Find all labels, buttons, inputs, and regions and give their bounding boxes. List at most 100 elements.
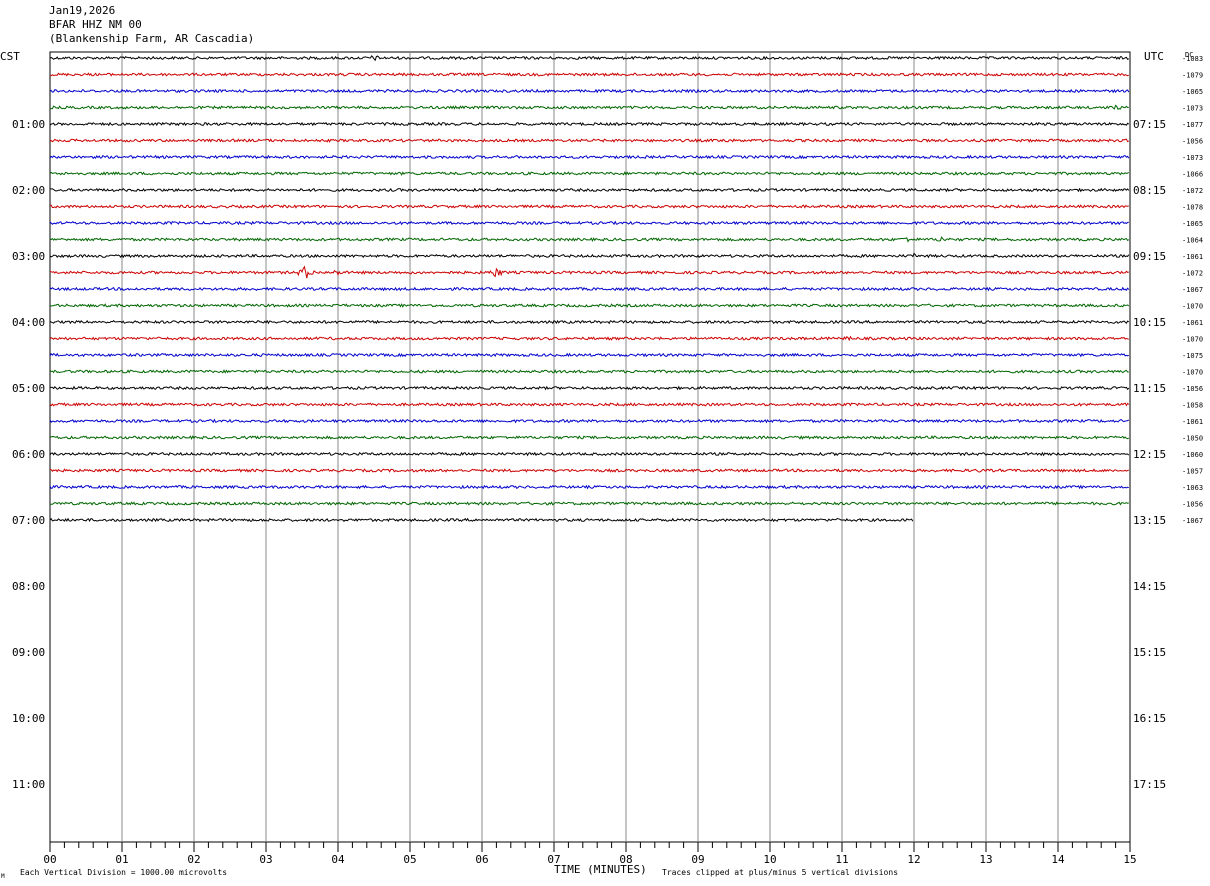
dc-offset-label: -1073 <box>1182 105 1203 113</box>
left-hour-label: 11:00 <box>12 778 45 791</box>
seismic-trace <box>49 402 1130 407</box>
seismic-trace <box>49 451 1130 457</box>
right-hour-label: 17:15 <box>1133 778 1166 791</box>
seismic-trace <box>49 121 1130 127</box>
dc-offset-label: -1067 <box>1182 517 1203 525</box>
dc-offset-labels: -1083 -1079 -1065 -1073 -1077 -1056 -1073 -1066… <box>1182 55 1203 525</box>
dc-offset-label: -1058 <box>1182 402 1203 410</box>
dc-offset-label: -1056 <box>1182 385 1203 393</box>
left-timezone-label: CST <box>0 50 20 63</box>
seismic-trace <box>49 220 1129 226</box>
dc-offset-label: -1067 <box>1182 286 1203 294</box>
seismic-trace <box>49 286 1130 292</box>
x-tick-label: 04 <box>331 853 345 866</box>
seismic-trace <box>49 204 1129 209</box>
dc-offset-label: -1050 <box>1182 435 1203 443</box>
seismic-trace <box>49 88 1130 94</box>
dc-offset-label: -1070 <box>1182 336 1203 344</box>
dc-offset-label: -1057 <box>1182 468 1203 476</box>
x-tick-label: 03 <box>259 853 272 866</box>
right-hour-label: 14:15 <box>1133 580 1166 593</box>
dc-offset-label: -1070 <box>1182 369 1203 377</box>
dc-offset-label: -1061 <box>1182 418 1203 426</box>
dc-offset-label: -1063 <box>1182 484 1203 492</box>
dc-offset-label: -1077 <box>1182 121 1203 129</box>
corner-mark: M <box>1 873 5 880</box>
seismic-trace <box>49 501 1129 506</box>
dc-offset-label: -1072 <box>1182 270 1203 278</box>
clip-note: Traces clipped at plus/minus 5 vertical … <box>662 868 898 877</box>
left-hour-label: 02:00 <box>12 184 45 197</box>
right-hour-label: 09:15 <box>1133 250 1166 263</box>
seismic-trace <box>49 265 1129 279</box>
dc-offset-label: -1070 <box>1182 303 1203 311</box>
left-hour-label: 06:00 <box>12 448 45 461</box>
left-hour-label: 09:00 <box>12 646 45 659</box>
seismic-trace <box>49 517 914 523</box>
seismic-trace <box>49 418 1130 424</box>
x-tick-label: 12 <box>907 853 920 866</box>
seismic-trace <box>49 154 1130 160</box>
right-hour-label: 16:15 <box>1133 712 1166 725</box>
x-tick-label: 01 <box>115 853 128 866</box>
seismic-trace <box>50 72 1129 77</box>
minute-gridlines <box>49 51 1131 843</box>
right-hour-label: 13:15 <box>1133 514 1166 527</box>
dc-offset-label: -1078 <box>1182 204 1203 212</box>
seismic-trace <box>49 303 1130 308</box>
dc-offset-label: -1083 <box>1182 55 1203 63</box>
x-tick-label: 13 <box>979 853 992 866</box>
x-tick-label: 05 <box>403 853 416 866</box>
x-tick-label: 11 <box>835 853 848 866</box>
x-tick-label: 14 <box>1051 853 1065 866</box>
seismic-trace <box>49 352 1129 358</box>
seismic-trace <box>49 385 1130 391</box>
dc-offset-label: -1064 <box>1182 237 1203 245</box>
left-hour-label: 10:00 <box>12 712 45 725</box>
x-tick-label: 06 <box>475 853 488 866</box>
x-tick-label: 09 <box>691 853 704 866</box>
seismic-trace <box>49 435 1130 440</box>
seismic-trace <box>49 171 1130 176</box>
seismic-trace <box>49 138 1130 143</box>
dc-offset-label: -1065 <box>1182 220 1203 228</box>
x-tick-label: 10 <box>763 853 776 866</box>
plot-frame <box>49 51 1131 843</box>
right-timezone-label: UTC <box>1144 50 1164 63</box>
dc-offset-label: -1072 <box>1182 187 1203 195</box>
right-hour-label: 11:15 <box>1133 382 1166 395</box>
x-tick-label: 15 <box>1123 853 1136 866</box>
x-tick-label: 00 <box>43 853 56 866</box>
right-hour-label: 12:15 <box>1133 448 1166 461</box>
right-hour-label: 08:15 <box>1133 184 1166 197</box>
left-hour-label: 03:00 <box>12 250 45 263</box>
x-axis-label: TIME (MINUTES) <box>554 863 647 876</box>
seismic-trace <box>49 319 1130 325</box>
x-tick-label: 02 <box>187 853 200 866</box>
seismic-trace <box>49 236 1130 243</box>
seismic-traces <box>49 55 1130 523</box>
dc-offset-label: -1060 <box>1182 451 1203 459</box>
dc-offset-label: -1079 <box>1182 72 1203 80</box>
dc-offset-label: -1056 <box>1182 501 1203 509</box>
left-hour-label: 05:00 <box>12 382 45 395</box>
left-hour-label: 04:00 <box>12 316 45 329</box>
seismic-trace <box>49 187 1130 193</box>
seismic-trace <box>49 335 1129 342</box>
seismic-trace <box>49 55 1130 62</box>
right-hour-label: 15:15 <box>1133 646 1166 659</box>
right-hour-label: 10:15 <box>1133 316 1166 329</box>
dc-offset-label: -1073 <box>1182 154 1203 162</box>
left-hour-label: 01:00 <box>12 118 45 131</box>
vertical-scale-note: Each Vertical Division = 1000.00 microvo… <box>20 868 227 877</box>
dc-offset-label: -1075 <box>1182 352 1203 360</box>
left-hour-label: 08:00 <box>12 580 45 593</box>
right-hour-label: 07:15 <box>1133 118 1166 131</box>
dc-offset-label: -1065 <box>1182 88 1203 96</box>
dc-offset-label: -1061 <box>1182 319 1203 327</box>
helicorder-plot: CST UTC DC 01:0002:0003:0004:0005:0006:0… <box>0 50 1203 880</box>
left-hour-label: 07:00 <box>12 514 45 527</box>
seismic-trace <box>49 369 1129 374</box>
dc-offset-label: -1061 <box>1182 253 1203 261</box>
seismic-trace <box>49 104 1129 110</box>
